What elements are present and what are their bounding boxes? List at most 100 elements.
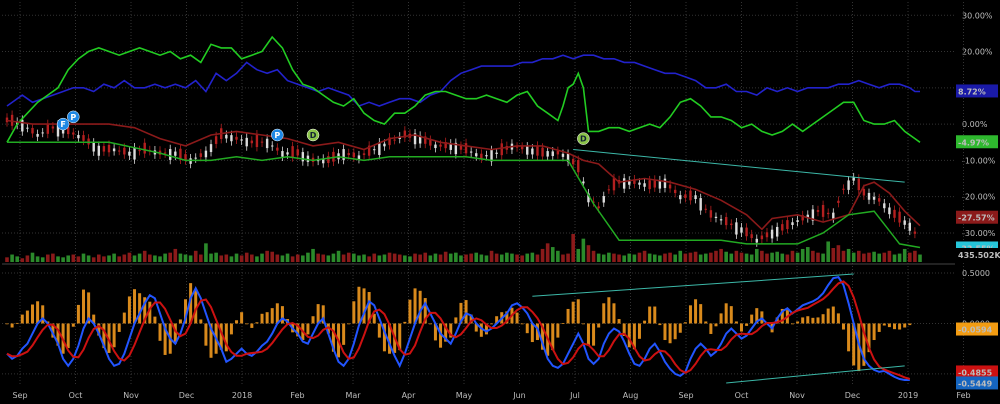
candle-body bbox=[296, 149, 299, 156]
volume-bar bbox=[270, 251, 275, 262]
candle-body bbox=[602, 196, 605, 203]
histogram-bar bbox=[892, 323, 896, 330]
volume-bar bbox=[907, 252, 912, 262]
volume-bar bbox=[66, 255, 71, 262]
month-label: Dec bbox=[845, 391, 860, 400]
candle-body bbox=[888, 207, 891, 215]
volume-bar bbox=[632, 254, 637, 262]
month-label: Feb bbox=[290, 391, 304, 400]
candle-body bbox=[31, 127, 34, 134]
event-badge-label: P bbox=[70, 113, 76, 122]
volume-bar bbox=[71, 254, 76, 262]
histogram-bar bbox=[816, 317, 820, 324]
volume-bar bbox=[663, 253, 667, 262]
volume-bar bbox=[316, 253, 320, 262]
candle-body bbox=[362, 153, 366, 155]
volume-bar bbox=[30, 252, 35, 262]
volume-bar bbox=[790, 250, 795, 262]
month-label: Mar bbox=[345, 391, 361, 400]
histogram-bar bbox=[280, 306, 284, 324]
volume-bar bbox=[209, 253, 213, 262]
histogram-bar bbox=[653, 306, 657, 324]
candle-body bbox=[281, 151, 284, 157]
volume-bar bbox=[709, 252, 713, 262]
candle-body bbox=[123, 147, 126, 155]
candle-body bbox=[607, 189, 611, 191]
histogram-bar bbox=[719, 313, 723, 324]
candle-body bbox=[582, 181, 585, 184]
volume-bar bbox=[418, 254, 422, 262]
volume-bar bbox=[561, 254, 565, 262]
candle-body bbox=[378, 142, 381, 155]
histogram-bar bbox=[260, 313, 264, 324]
volume-bar bbox=[877, 253, 881, 262]
volume-bar bbox=[775, 251, 779, 262]
candle-body bbox=[199, 153, 203, 157]
volume-bar bbox=[591, 250, 596, 262]
volume-bar bbox=[489, 250, 494, 262]
volume-bar bbox=[321, 254, 326, 262]
candle-body bbox=[327, 156, 330, 163]
candle-body bbox=[663, 178, 667, 188]
volume-bar bbox=[658, 255, 662, 262]
volume-bar bbox=[678, 250, 683, 262]
histogram-bar bbox=[745, 323, 749, 326]
histogram-bar bbox=[826, 308, 830, 324]
volume-bar bbox=[637, 252, 642, 262]
candle-body bbox=[138, 150, 141, 152]
volume-bar bbox=[535, 254, 540, 262]
candle-body bbox=[893, 209, 896, 218]
volume-bar bbox=[729, 253, 734, 262]
volume-bar bbox=[826, 241, 830, 262]
histogram-bar bbox=[683, 322, 687, 324]
histogram-bar bbox=[204, 323, 208, 346]
volume-bar bbox=[255, 256, 259, 262]
histogram-bar bbox=[5, 323, 9, 325]
candle-body bbox=[306, 155, 310, 162]
histogram-bar bbox=[607, 297, 611, 324]
candle-body bbox=[469, 151, 473, 153]
histogram-bar bbox=[750, 314, 754, 324]
price-tick-label: -30.00% bbox=[962, 229, 996, 238]
volume-bar bbox=[841, 250, 846, 262]
histogram-bar bbox=[739, 323, 743, 332]
volume-bar bbox=[168, 252, 173, 262]
volume-bar bbox=[897, 253, 902, 262]
volume-bar bbox=[754, 248, 759, 262]
candle-body bbox=[699, 198, 702, 211]
volume-bar bbox=[132, 255, 137, 262]
candle-body bbox=[255, 134, 259, 148]
series-value-tag: -4.97% bbox=[958, 138, 989, 147]
volume-bar bbox=[311, 248, 315, 262]
histogram-bar bbox=[112, 323, 116, 348]
histogram-bar bbox=[903, 323, 907, 328]
volume-bar bbox=[530, 252, 535, 262]
candle-body bbox=[526, 146, 529, 155]
volume-bar bbox=[576, 248, 581, 262]
histogram-bar bbox=[66, 323, 70, 349]
volume-bar bbox=[851, 252, 856, 262]
volume-bar bbox=[642, 250, 647, 262]
histogram-bar bbox=[699, 304, 703, 324]
histogram-bar bbox=[525, 323, 529, 334]
histogram-bar bbox=[877, 323, 881, 332]
volume-bar bbox=[295, 254, 300, 262]
event-badge-label: F bbox=[60, 120, 65, 129]
volume-bar bbox=[97, 254, 101, 262]
candle-body bbox=[724, 217, 728, 226]
candle-body bbox=[867, 192, 871, 200]
volume-bar bbox=[459, 255, 463, 262]
volume-bar bbox=[112, 253, 116, 262]
candle-body bbox=[898, 211, 901, 223]
candle-body bbox=[36, 133, 39, 137]
osc-line-red bbox=[6, 280, 911, 380]
volume-bar bbox=[403, 255, 407, 262]
volume-bar bbox=[10, 254, 14, 262]
candle-body bbox=[679, 195, 682, 200]
candle-body bbox=[230, 135, 233, 142]
histogram-bar bbox=[352, 301, 356, 324]
candle-body bbox=[903, 220, 906, 225]
candle-body bbox=[877, 198, 881, 202]
candle-body bbox=[750, 234, 753, 239]
volume-bar bbox=[918, 254, 922, 262]
